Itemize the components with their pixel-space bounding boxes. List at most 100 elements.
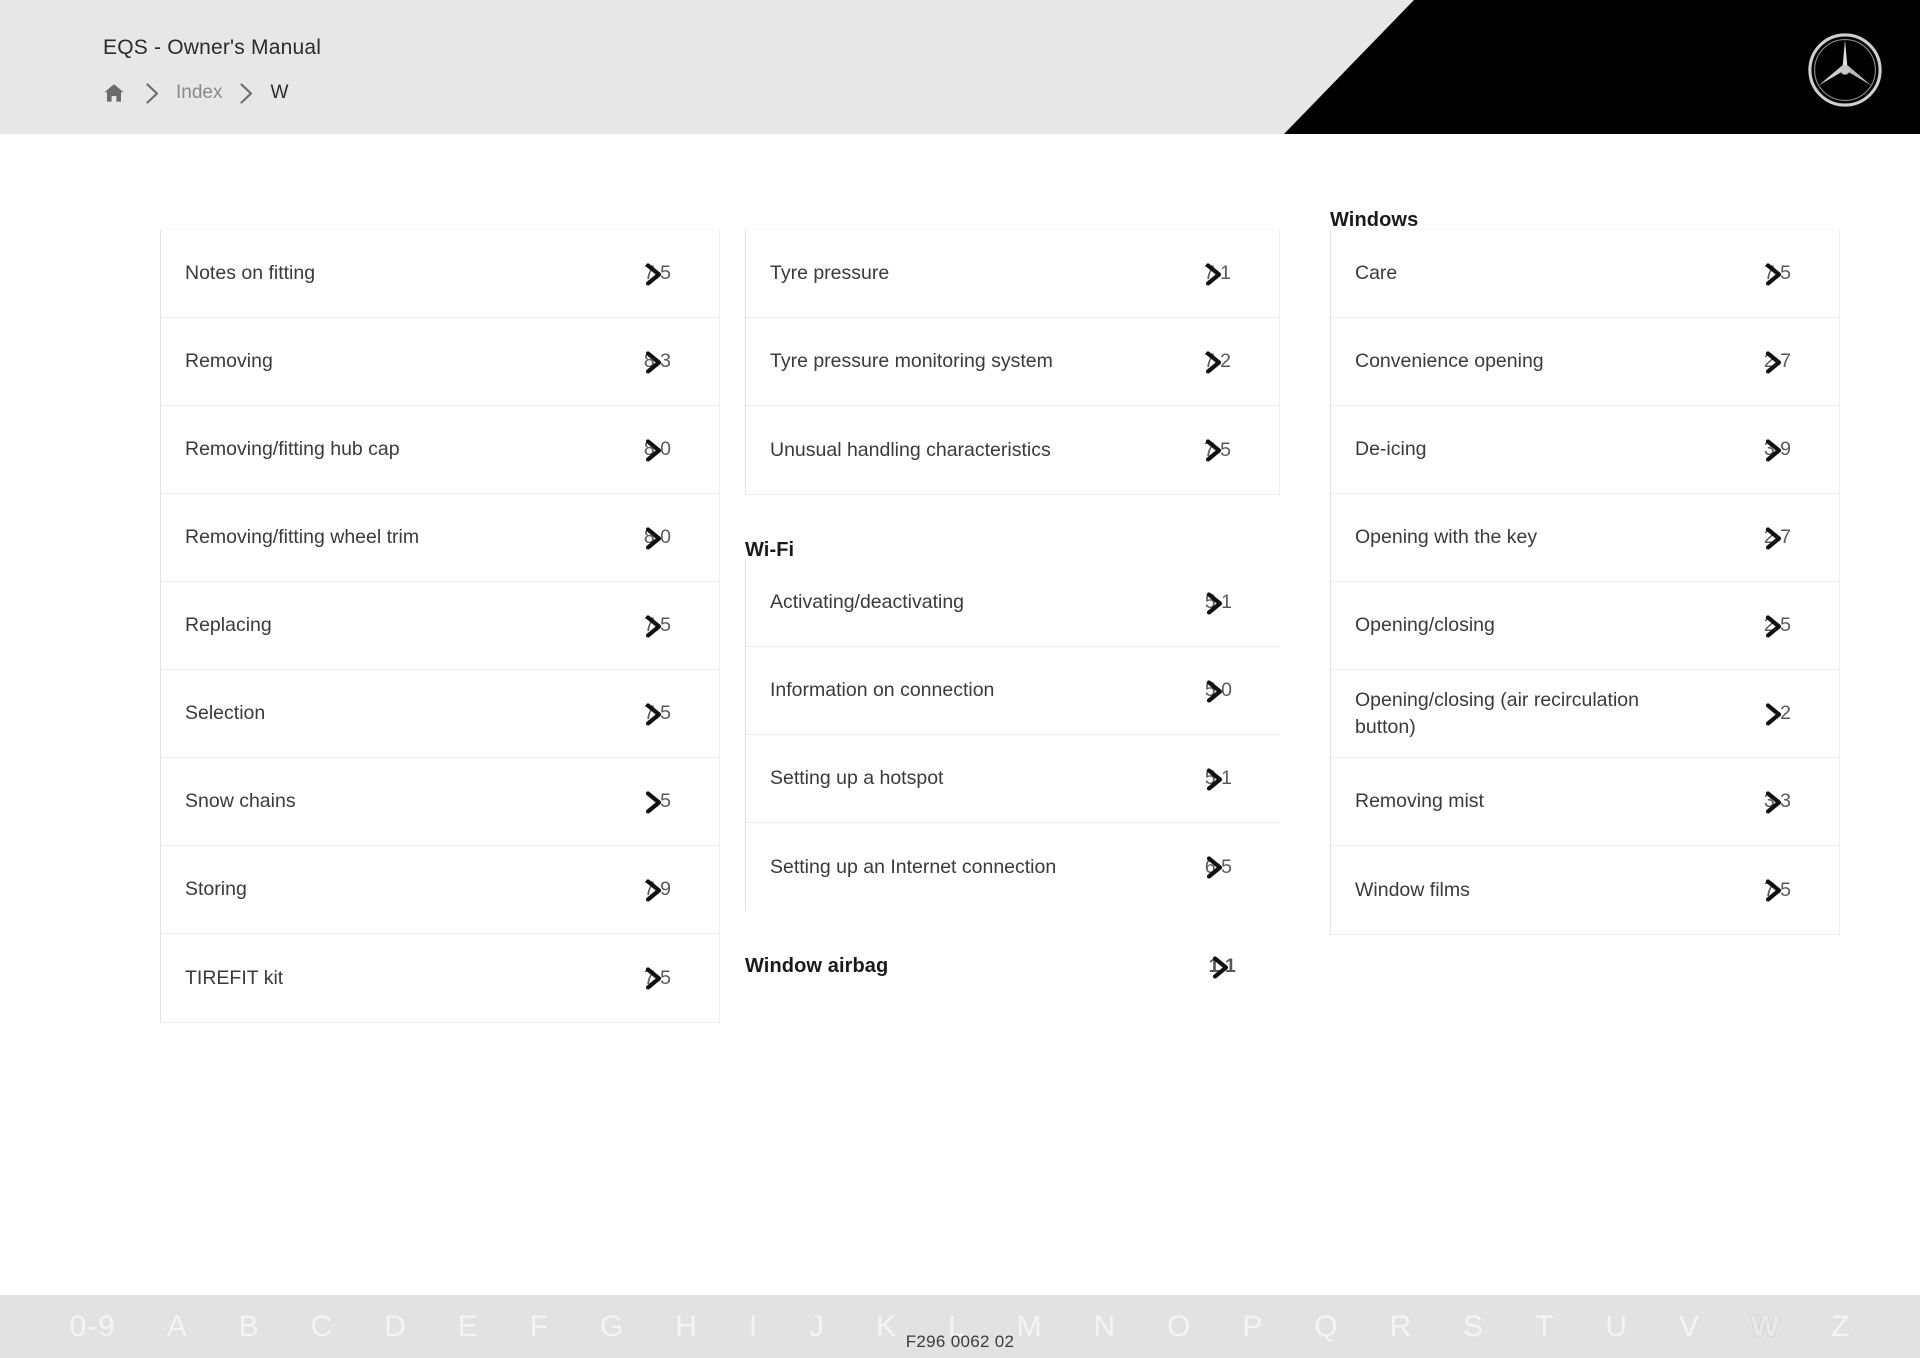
index-content: Notes on fitting 7 5 Removing 8 3 Removi… [0, 143, 1920, 1295]
list-item[interactable]: Snow chains 5 [161, 758, 719, 846]
alpha-item-f[interactable]: F [504, 1311, 574, 1342]
alpha-item-c[interactable]: C [285, 1311, 359, 1342]
entry-label: Convenience opening [1355, 350, 1544, 373]
entry-page-number: 3 9 [1763, 438, 1791, 461]
entry-page-number: 5 1 [1204, 591, 1232, 614]
entry-label: Information on connection [770, 679, 995, 702]
list-item[interactable]: Removing mist 3 3 [1331, 758, 1839, 846]
header-grey-panel [0, 0, 1420, 134]
breadcrumb-item-index[interactable]: Index [176, 82, 222, 104]
list-item[interactable]: Care 7 5 [1331, 230, 1839, 318]
alpha-item-b[interactable]: B [213, 1311, 285, 1342]
list-item[interactable]: TIREFIT kit 7 5 [161, 934, 719, 1022]
alpha-item-v[interactable]: V [1653, 1311, 1725, 1342]
group-heading-wifi: Wi-Fi [745, 539, 795, 561]
alpha-item-z[interactable]: Z [1806, 1311, 1876, 1342]
alpha-item-h[interactable]: H [650, 1311, 724, 1342]
home-icon[interactable] [100, 80, 128, 106]
alpha-item-m[interactable]: M [991, 1311, 1068, 1342]
alpha-item-e[interactable]: E [432, 1311, 504, 1342]
index-entry-list-1: Notes on fitting 7 5 Removing 8 3 Removi… [160, 229, 720, 1023]
list-item[interactable]: Setting up an Internet connection 6 5 [746, 823, 1280, 911]
list-item[interactable]: Selection 7 5 [161, 670, 719, 758]
alpha-item-o[interactable]: O [1142, 1311, 1217, 1342]
alpha-item-j[interactable]: J [784, 1311, 851, 1342]
group-heading-window-airbag[interactable]: Window airbag 1 1 [745, 911, 1280, 978]
list-item[interactable]: Activating/deactivating 5 1 [746, 559, 1280, 647]
alpha-item-g[interactable]: G [575, 1311, 650, 1342]
list-item[interactable]: De-icing 3 9 [1331, 406, 1839, 494]
alpha-item-d[interactable]: D [359, 1311, 433, 1342]
entry-label: Removing [185, 350, 273, 373]
entry-page-number: 2 5 [1763, 614, 1791, 637]
list-item[interactable]: Unusual handling characteristics 7 5 [746, 406, 1279, 494]
entry-label: Storing [185, 878, 247, 901]
entry-page-number: 8 0 [643, 438, 671, 461]
entry-label: Removing/fitting hub cap [185, 438, 400, 461]
entry-label: Selection [185, 702, 266, 725]
entry-label: Opening/closing [1355, 614, 1495, 637]
entry-page-number: 1 1 [1208, 955, 1236, 978]
entry-label: TIREFIT kit [185, 966, 284, 989]
group-heading-windows: Windows [1330, 209, 1419, 231]
list-item[interactable]: Window films 7 5 [1331, 846, 1839, 934]
list-item[interactable]: Removing/fitting hub cap 8 0 [161, 406, 719, 494]
entry-page-number: 7 2 [1203, 350, 1231, 373]
entry-label: Snow chains [185, 790, 296, 813]
alpha-item-a[interactable]: A [141, 1311, 213, 1342]
alpha-item-0-9[interactable]: 0-9 [44, 1311, 141, 1342]
page-title: EQS - Owner's Manual [103, 36, 322, 59]
alpha-item-k[interactable]: K [851, 1311, 923, 1342]
chevron-right-icon-2 [222, 80, 270, 106]
alpha-item-l[interactable]: L [923, 1311, 992, 1342]
mercedes-benz-star-logo[interactable] [1806, 31, 1884, 109]
alpha-item-t[interactable]: T [1510, 1311, 1580, 1342]
index-entry-list-2a: Tyre pressure 7 1 Tyre pressure monitori… [745, 229, 1280, 495]
list-item[interactable]: Notes on fitting 7 5 [161, 230, 719, 318]
list-item[interactable]: Storing 7 9 [161, 846, 719, 934]
entry-page-number: 5 0 [1204, 679, 1232, 702]
entry-page-number: 7 1 [1203, 262, 1231, 285]
list-item[interactable]: Setting up a hotspot 5 1 [746, 735, 1280, 823]
index-columns: Notes on fitting 7 5 Removing 8 3 Removi… [160, 165, 1840, 1023]
entry-label: Opening/closing (air recirculation butto… [1355, 688, 1639, 738]
entry-page-number: 5 [637, 790, 671, 813]
list-item[interactable]: Tyre pressure 7 1 [746, 230, 1279, 318]
alpha-item-i[interactable]: I [723, 1311, 783, 1342]
list-item[interactable]: Information on connection 5 0 [746, 647, 1280, 735]
entry-label: De-icing [1355, 438, 1427, 461]
list-item[interactable]: Convenience opening 2 7 [1331, 318, 1839, 406]
entry-page-number: 5 1 [1204, 767, 1232, 790]
list-item[interactable]: Opening/closing (air recirculation butto… [1331, 670, 1839, 758]
list-item[interactable]: Removing 8 3 [161, 318, 719, 406]
alpha-item-s[interactable]: S [1438, 1311, 1510, 1342]
index-column-1: Notes on fitting 7 5 Removing 8 3 Removi… [160, 165, 720, 1023]
entry-label: Removing/fitting wheel trim [185, 526, 420, 549]
alpha-item-u[interactable]: U [1580, 1311, 1654, 1342]
alpha-item-p[interactable]: P [1217, 1311, 1289, 1342]
breadcrumb-item-current: W [270, 82, 289, 103]
entry-label: Setting up a hotspot [770, 767, 944, 790]
entry-label: Removing mist [1355, 790, 1484, 813]
list-item[interactable]: Tyre pressure monitoring system 7 2 [746, 318, 1279, 406]
chevron-right-icon-1 [128, 80, 176, 106]
entry-label: Activating/deactivating [770, 591, 965, 614]
entry-page-number: 7 5 [1763, 878, 1791, 902]
alpha-item-w[interactable]: W [1725, 1311, 1805, 1342]
entry-page-number: 8 3 [643, 350, 671, 373]
alpha-item-q[interactable]: Q [1289, 1311, 1364, 1342]
alpha-item-n[interactable]: N [1068, 1311, 1142, 1342]
entry-label: Tyre pressure monitoring system [770, 350, 1053, 373]
list-item[interactable]: Replacing 7 5 [161, 582, 719, 670]
entry-page-number: 2 7 [1763, 526, 1791, 549]
entry-page-number: 7 5 [1763, 262, 1791, 285]
entry-page-number: 2 [1757, 702, 1791, 725]
alpha-item-r[interactable]: R [1364, 1311, 1438, 1342]
entry-page-number: 7 5 [643, 966, 671, 990]
list-item[interactable]: Opening with the key 2 7 [1331, 494, 1839, 582]
list-item[interactable]: Removing/fitting wheel trim 8 0 [161, 494, 719, 582]
page-header: EQS - Owner's Manual Index W [0, 0, 1920, 143]
list-item[interactable]: Opening/closing 2 5 [1331, 582, 1839, 670]
group-heading-label: Window airbag [745, 955, 889, 977]
entry-label: Tyre pressure [770, 262, 890, 285]
